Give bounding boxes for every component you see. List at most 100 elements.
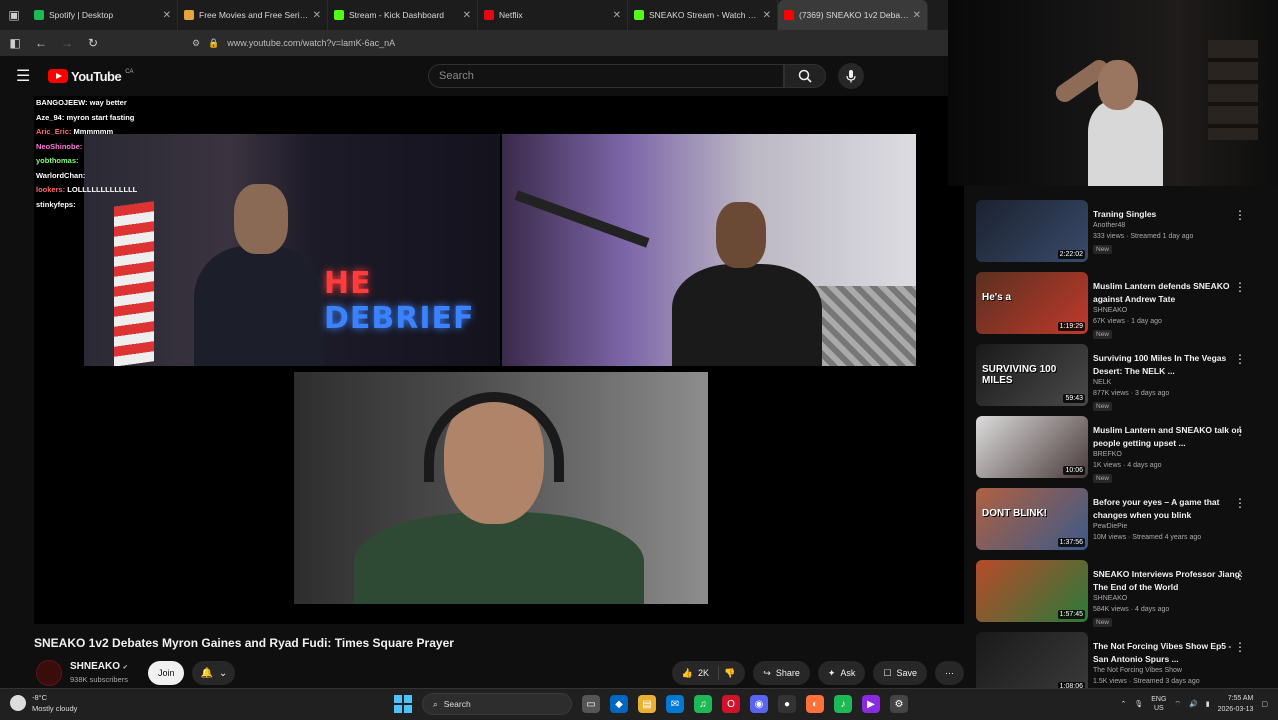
recommended-video[interactable]: DONT BLINK! 1:37:56 Before your eyes – A g… (976, 488, 1266, 554)
thumbs-down-icon[interactable]: 👎 (724, 668, 735, 679)
recommended-video[interactable]: 1:08:06 The Not Forcing Vibes Show Ep5 - … (976, 632, 1266, 688)
tray-overflow-icon[interactable]: ⌃ (1120, 700, 1126, 708)
recommended-video[interactable]: 1:57:45 SNEAKO Interviews Professor Jiang… (976, 560, 1266, 627)
join-button[interactable]: Join (147, 661, 185, 685)
ask-button[interactable]: ✦ Ask (817, 661, 866, 685)
video-thumbnail[interactable]: 10:06 (976, 416, 1088, 478)
youtube-logo[interactable]: YouTube CA (48, 69, 134, 84)
more-vertical-icon[interactable]: ⋮ (1234, 352, 1246, 366)
tab-menu-icon[interactable]: ▣ (0, 0, 28, 30)
guest-body (672, 264, 822, 366)
recommended-title[interactable]: Muslim Lantern defends SNEAKO against An… (1093, 280, 1243, 306)
more-vertical-icon[interactable]: ⋮ (1234, 568, 1246, 582)
search-button[interactable] (784, 64, 826, 88)
browser-tab[interactable]: SNEAKO Stream - Watch Live o ✕ (628, 0, 778, 30)
close-tab-icon[interactable]: ✕ (163, 10, 171, 21)
back-icon[interactable]: ← (34, 36, 48, 50)
channel-avatar[interactable] (36, 660, 62, 686)
voice-search-button[interactable] (838, 63, 864, 89)
like-button[interactable]: 👍 2K 👎 (671, 661, 746, 685)
browser-tab[interactable]: Netflix ✕ (478, 0, 628, 30)
windows-start-icon[interactable] (394, 695, 412, 713)
save-button[interactable]: ☐ Save (873, 661, 927, 685)
recommended-title[interactable]: Muslim Lantern and SNEAKO talk on people… (1093, 424, 1243, 450)
taskbar-search[interactable]: ⌕ Search (422, 693, 572, 715)
recommended-channel[interactable]: SHNEAKO (1093, 307, 1127, 314)
weather-widget[interactable]: -8°C Mostly cloudy (10, 692, 77, 714)
channel-name[interactable]: SHNEAKO ✔ (70, 661, 128, 674)
file-explorer-icon[interactable]: ▤ (638, 695, 656, 713)
recommended-title[interactable]: The Not Forcing Vibes Show Ep5 - San Ant… (1093, 640, 1243, 666)
battery-icon[interactable]: ▮ (1206, 700, 1210, 708)
close-tab-icon[interactable]: ✕ (763, 10, 771, 21)
video-thumbnail[interactable]: 1:08:06 (976, 632, 1088, 688)
settings-icon[interactable]: ⚙ (890, 695, 908, 713)
more-vertical-icon[interactable]: ⋮ (1234, 496, 1246, 510)
browser-tab[interactable]: Spotify | Desktop ✕ (28, 0, 178, 30)
site-info-icon[interactable]: ⚙ (192, 38, 200, 49)
forward-icon[interactable]: → (60, 36, 74, 50)
recommended-video[interactable]: He's a 1:19:29 Muslim Lantern defends SNEA… (976, 272, 1266, 339)
recommended-channel[interactable]: NELK (1093, 379, 1111, 386)
close-tab-icon[interactable]: ✕ (913, 10, 921, 21)
more-vertical-icon[interactable]: ⋮ (1234, 424, 1246, 438)
host-body (194, 246, 324, 366)
recommended-title[interactable]: Surviving 100 Miles In The Vegas Desert:… (1093, 352, 1243, 378)
video-player[interactable]: BANGOJEEW: way better Aze_94: myron start… (34, 96, 964, 624)
volume-icon[interactable]: 🔊 (1189, 700, 1198, 708)
chat-message: stinkyfeps: (36, 198, 176, 213)
recommended-title[interactable]: Traning Singles (1093, 208, 1243, 221)
discord-icon[interactable]: ◉ (750, 695, 768, 713)
notifications-button[interactable]: 🔔 ⌄ (192, 661, 236, 685)
recommended-video[interactable]: 10:06 Muslim Lantern and SNEAKO talk on p… (976, 416, 1266, 483)
media-app-icon[interactable]: ▶ (862, 695, 880, 713)
network-icon[interactable]: ⌔ (1174, 700, 1181, 709)
reload-icon[interactable]: ↻ (86, 36, 100, 50)
search-icon: ⌕ (433, 698, 438, 709)
obs-icon[interactable]: ● (778, 695, 796, 713)
mail-icon[interactable]: ✉ (666, 695, 684, 713)
video-thumbnail[interactable]: GOES OFF!2:22:02 (976, 200, 1088, 262)
recommended-title[interactable]: Before your eyes – A game that changes w… (1093, 496, 1243, 522)
video-thumbnail[interactable]: SURVIVING 100 MILES 59:43 (976, 344, 1088, 406)
recommended-meta: 584K views · 4 days ago (1093, 606, 1170, 613)
sidebar-toggle-icon[interactable]: ◧ (8, 36, 22, 50)
browser-tab[interactable]: Free Movies and Free Series Or ✕ (178, 0, 328, 30)
video-thumbnail[interactable]: DONT BLINK! 1:37:56 (976, 488, 1088, 550)
task-view-icon[interactable]: ▭ (582, 695, 600, 713)
clock[interactable]: 7:55 AM 2026-03-13 (1218, 693, 1254, 715)
notifications-icon[interactable]: ▢ (1261, 700, 1268, 708)
recommended-channel[interactable]: PewDiePie (1093, 523, 1127, 530)
close-tab-icon[interactable]: ✕ (463, 10, 471, 21)
browser-tab[interactable]: Stream - Kick Dashboard ✕ (328, 0, 478, 30)
menu-icon[interactable]: ☰ (16, 66, 34, 86)
mic-tray-icon[interactable]: 🎙 (1134, 700, 1143, 708)
recommended-channel[interactable]: SHNEAKO (1093, 595, 1127, 602)
url-field[interactable]: ⚙ 🔒 www.youtube.com/watch?v=lamK-6ac_nA (192, 38, 395, 49)
more-vertical-icon[interactable]: ⋮ (1234, 208, 1246, 222)
more-vertical-icon[interactable]: ⋮ (1234, 640, 1246, 654)
opera-icon[interactable]: O (722, 695, 740, 713)
search-input[interactable]: Search (428, 64, 784, 88)
recommended-channel[interactable]: Another48 (1093, 222, 1125, 229)
close-tab-icon[interactable]: ✕ (613, 10, 621, 21)
copilot-icon[interactable]: ◆ (610, 695, 628, 713)
spotify-icon[interactable]: ♫ (694, 695, 712, 713)
share-button[interactable]: ↪ Share (753, 661, 810, 685)
browser-tab[interactable]: (7369) SNEAKO 1v2 Debates M ✕ (778, 0, 928, 30)
recommended-title[interactable]: SNEAKO Interviews Professor Jiang: The E… (1093, 568, 1243, 594)
recommended-video[interactable]: GOES OFF!2:22:02 Traning SinglesAnother48… (976, 200, 1266, 266)
recommended-video[interactable]: SURVIVING 100 MILES 59:43 Surviving 100 Mi… (976, 344, 1266, 411)
recommended-channel[interactable]: The Not Forcing Vibes Show (1093, 667, 1182, 674)
video-thumbnail[interactable]: 1:57:45 (976, 560, 1088, 622)
more-vertical-icon[interactable]: ⋮ (1234, 280, 1246, 294)
tab-favicon-icon (634, 10, 644, 20)
more-actions-button[interactable]: ⋯ (935, 661, 964, 685)
spotify-alt-icon[interactable]: ♪ (834, 695, 852, 713)
close-tab-icon[interactable]: ✕ (313, 10, 321, 21)
video-thumbnail[interactable]: He's a 1:19:29 (976, 272, 1088, 334)
firefox-icon[interactable]: ◐ (806, 695, 824, 713)
recommended-channel[interactable]: BREFKO (1093, 451, 1122, 458)
language-indicator[interactable]: ENG US (1151, 695, 1166, 713)
video-duration: 59:43 (1063, 394, 1085, 403)
